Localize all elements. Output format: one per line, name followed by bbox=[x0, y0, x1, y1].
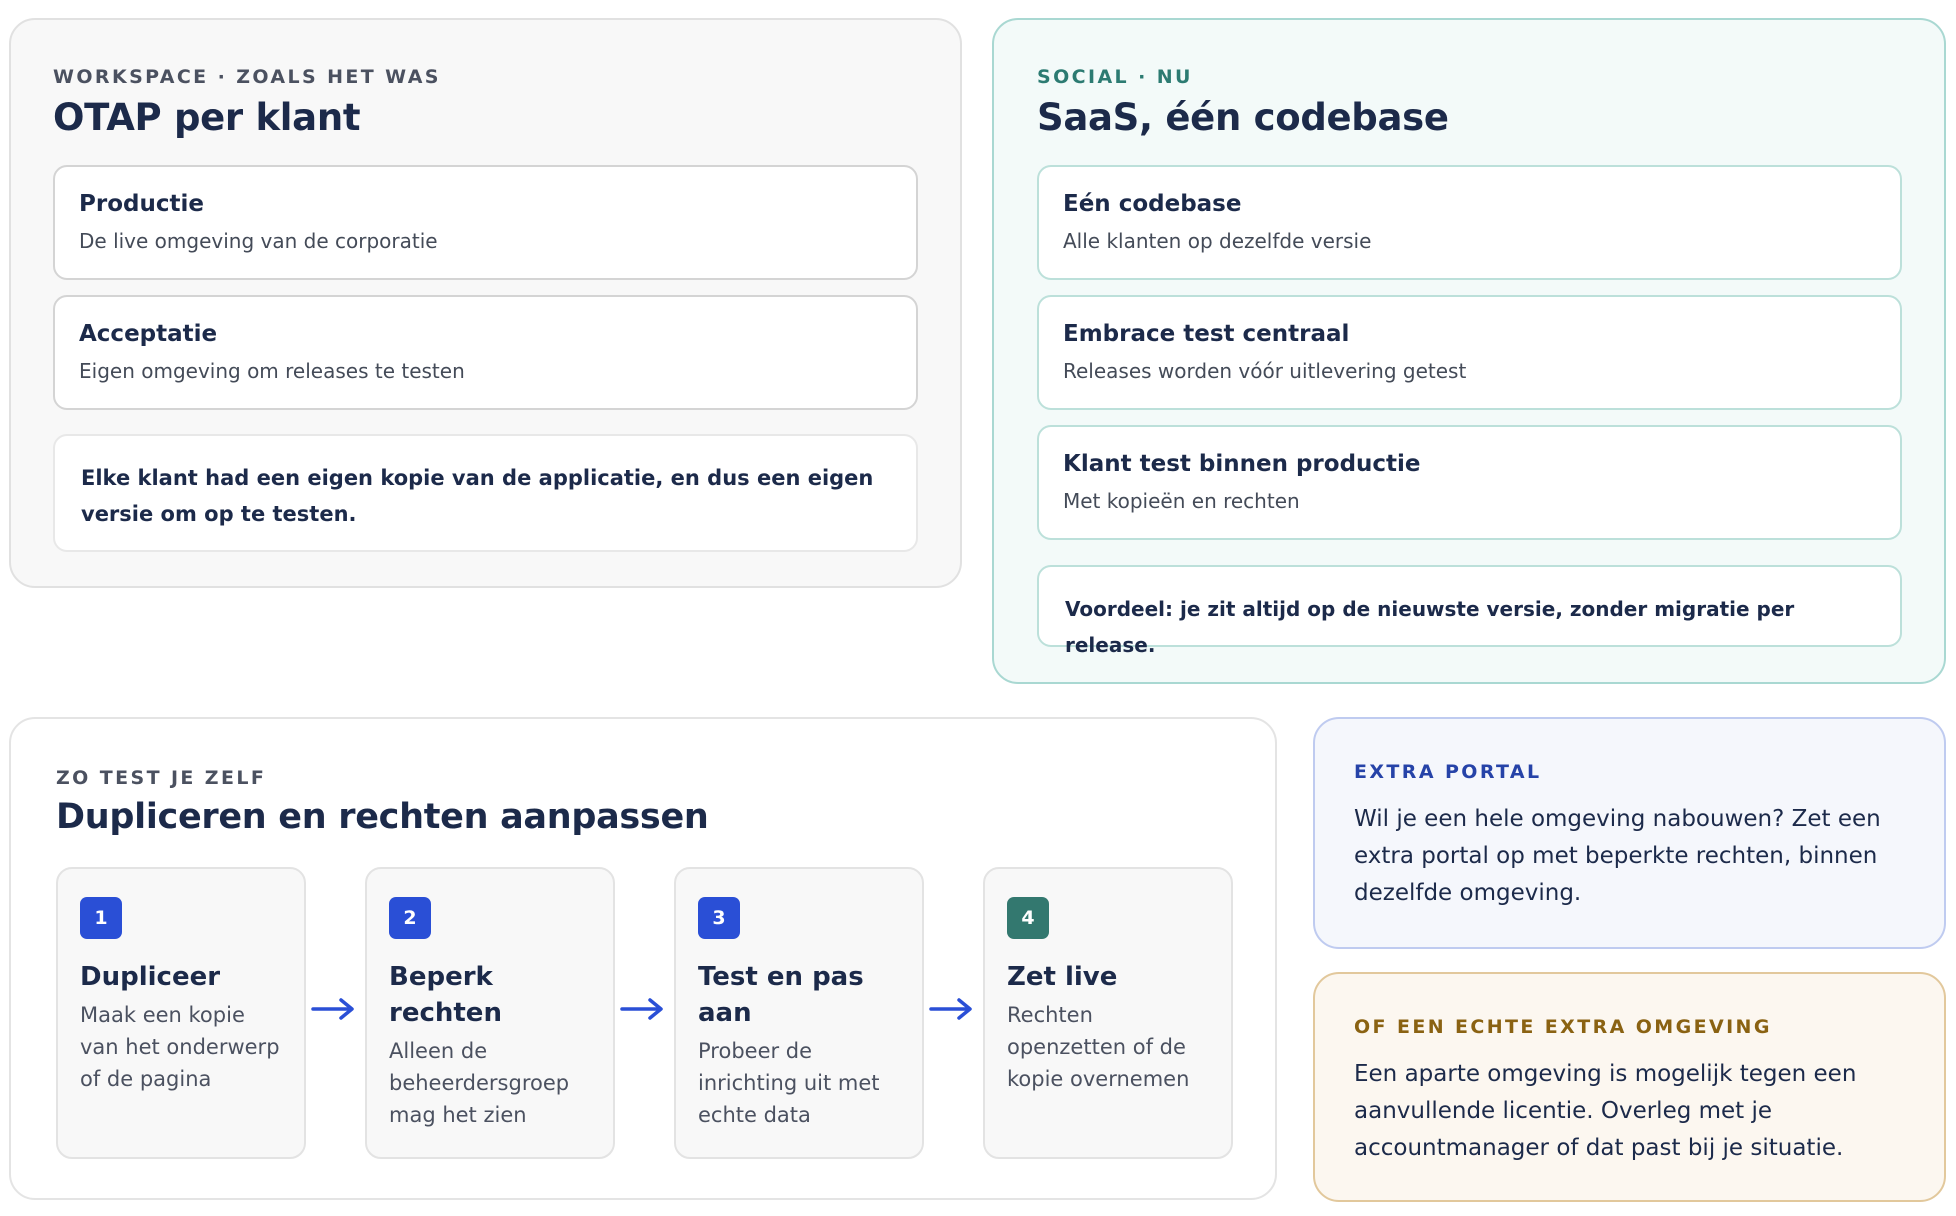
extra-portal-panel: EXTRA PORTAL Wil je een hele omgeving na… bbox=[1313, 717, 1946, 949]
card-embrace-test: Embrace test centraal Releases worden vó… bbox=[1037, 295, 1902, 410]
step-number: 2 bbox=[389, 897, 431, 939]
step-desc: Maak een kopie van het onderwerp of de p… bbox=[80, 1003, 280, 1091]
workspace-note: Elke klant had een eigen kopie van de ap… bbox=[53, 434, 918, 552]
card-desc: De live omgeving van de corporatie bbox=[79, 229, 438, 253]
card-title: Acceptatie bbox=[79, 321, 218, 347]
omgeving-text: Een aparte omgeving is mogelijk tegen ee… bbox=[1354, 1061, 1857, 1161]
social-eyebrow: SOCIAL · NU bbox=[1037, 66, 1193, 88]
step-number: 1 bbox=[80, 897, 122, 939]
step-desc: Rechten openzetten of de kopie overnemen bbox=[1007, 1003, 1190, 1091]
card-desc: Met kopieën en rechten bbox=[1063, 489, 1300, 513]
step-zet-live: 4 Zet live Rechten openzetten of de kopi… bbox=[983, 867, 1233, 1159]
omgeving-eyebrow: OF EEN ECHTE EXTRA OMGEVING bbox=[1354, 1016, 1772, 1038]
workspace-eyebrow: WORKSPACE · ZOALS HET WAS bbox=[53, 66, 441, 88]
social-note: Voordeel: je zit altijd op de nieuwste v… bbox=[1037, 565, 1902, 657]
steps-title: Dupliceren en rechten aanpassen bbox=[56, 797, 709, 837]
card-title: Embrace test centraal bbox=[1063, 321, 1350, 347]
card-productie: Productie De live omgeving van de corpor… bbox=[53, 165, 918, 280]
portal-eyebrow: EXTRA PORTAL bbox=[1354, 761, 1542, 783]
arrow-right-icon bbox=[311, 998, 354, 1020]
arrow-right-icon bbox=[929, 998, 972, 1020]
card-desc: Releases worden vóór uitlevering getest bbox=[1063, 359, 1467, 383]
step-dupliceer: 1 Dupliceer Maak een kopie van het onder… bbox=[56, 867, 306, 1159]
card-desc: Eigen omgeving om releases te testen bbox=[79, 359, 465, 383]
step-title: Dupliceer bbox=[80, 962, 221, 992]
step-beperk-rechten: 2 Beperk rechten Alleen de beheerdersgro… bbox=[365, 867, 615, 1159]
card-een-codebase: Eén codebase Alle klanten op dezelfde ve… bbox=[1037, 165, 1902, 280]
card-acceptatie: Acceptatie Eigen omgeving om releases te… bbox=[53, 295, 918, 410]
extra-omgeving-panel: OF EEN ECHTE EXTRA OMGEVING Een aparte o… bbox=[1313, 972, 1946, 1202]
step-title: Test en pas aan bbox=[698, 962, 864, 1028]
steps-panel: ZO TEST JE ZELF Dupliceren en rechten aa… bbox=[9, 717, 1277, 1200]
portal-text: Wil je een hele omgeving nabouwen? Zet e… bbox=[1354, 806, 1881, 906]
step-number: 4 bbox=[1007, 897, 1049, 939]
card-title: Productie bbox=[79, 191, 204, 217]
step-title: Zet live bbox=[1007, 962, 1118, 992]
card-klant-test: Klant test binnen productie Met kopieën … bbox=[1037, 425, 1902, 540]
workspace-title: OTAP per klant bbox=[53, 96, 361, 139]
step-number: 3 bbox=[698, 897, 740, 939]
step-desc: Probeer de inrichting uit met echte data bbox=[698, 1039, 880, 1127]
step-title: Beperk rechten bbox=[389, 962, 502, 1028]
step-desc: Alleen de beheerdersgroep mag het zien bbox=[389, 1039, 570, 1127]
social-title: SaaS, één codebase bbox=[1037, 96, 1449, 139]
card-title: Klant test binnen productie bbox=[1063, 451, 1421, 477]
step-test-en-pas-aan: 3 Test en pas aan Probeer de inrichting … bbox=[674, 867, 924, 1159]
workspace-panel: WORKSPACE · ZOALS HET WAS OTAP per klant… bbox=[9, 18, 962, 588]
card-desc: Alle klanten op dezelfde versie bbox=[1063, 229, 1372, 253]
card-title: Eén codebase bbox=[1063, 191, 1242, 217]
arrow-right-icon bbox=[620, 998, 663, 1020]
social-panel: SOCIAL · NU SaaS, één codebase Eén codeb… bbox=[992, 18, 1946, 684]
steps-eyebrow: ZO TEST JE ZELF bbox=[56, 767, 267, 789]
